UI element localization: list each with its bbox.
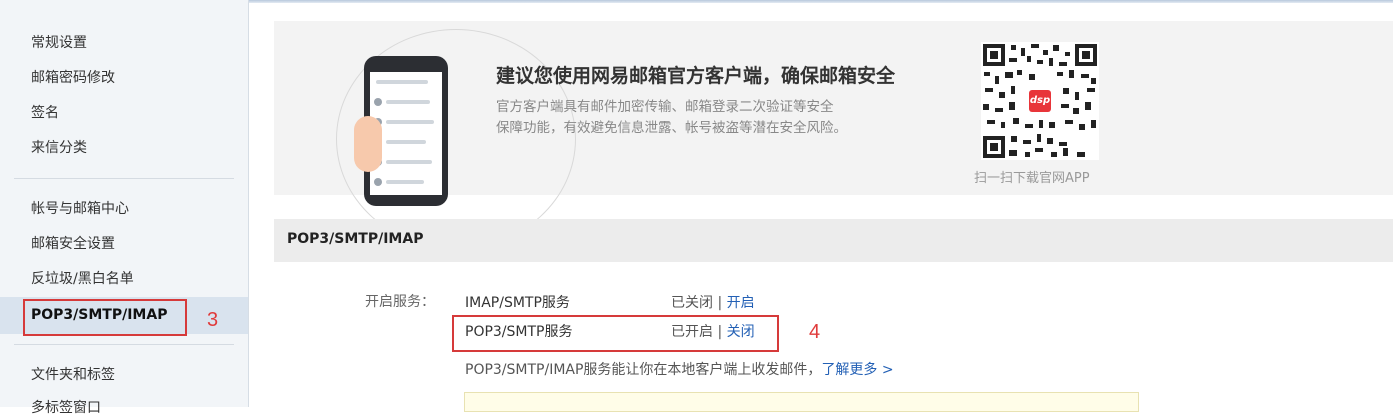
sidebar-divider [14, 178, 234, 179]
qr-code: dsp [981, 42, 1099, 160]
sidebar-item-password[interactable]: 邮箱密码修改 [31, 68, 115, 88]
sidebar-item-signature[interactable]: 签名 [31, 103, 59, 123]
client-app-banner: 建议您使用网易邮箱官方客户端，确保邮箱安全 官方客户端具有邮件加密传输、邮箱登录… [274, 21, 1393, 249]
imap-smtp-service-name: IMAP/SMTP服务 [465, 295, 570, 311]
sidebar-item-multi-tab[interactable]: 多标签窗口 [31, 398, 101, 418]
imap-smtp-enable-link[interactable]: 开启 [727, 295, 755, 311]
section-title: POP3/SMTP/IMAP [287, 231, 424, 247]
hint-text: POP3/SMTP/IMAP服务能让你在本地客户端上收发邮件， [465, 362, 822, 378]
sidebar-item-spam-lists[interactable]: 反垃圾/黑白名单 [31, 269, 134, 289]
separator: | [713, 295, 727, 311]
banner-title: 建议您使用网易邮箱官方客户端，确保邮箱安全 [496, 65, 896, 87]
banner-description: 官方客户端具有邮件加密传输、邮箱登录二次验证等安全 保障功能，有效避免信息泄露、… [496, 99, 847, 136]
info-notice-box [464, 392, 1139, 412]
service-label: 开启服务： [365, 294, 435, 310]
sidebar-item-security[interactable]: 邮箱安全设置 [31, 234, 115, 254]
imap-smtp-service-status: 已关闭 | 开启 [671, 292, 755, 312]
service-hint: POP3/SMTP/IMAP服务能让你在本地客户端上收发邮件，了解更多 > [465, 359, 894, 379]
annotation-box-4 [452, 315, 779, 352]
imap-smtp-state-text: 已关闭 [671, 295, 713, 311]
sidebar-item-account-center[interactable]: 帐号与邮箱中心 [31, 199, 129, 219]
hand-illustration [354, 116, 382, 172]
settings-sidebar: 常规设置 邮箱密码修改 签名 来信分类 帐号与邮箱中心 邮箱安全设置 反垃圾/黑… [0, 0, 249, 416]
sidebar-item-general[interactable]: 常规设置 [31, 33, 87, 53]
sidebar-item-mail-filter[interactable]: 来信分类 [31, 138, 87, 158]
sidebar-item-folders-tags[interactable]: 文件夹和标签 [31, 365, 115, 385]
annotation-number-3: 3 [207, 309, 219, 331]
learn-more-link[interactable]: 了解更多 > [821, 362, 893, 378]
section-header: POP3/SMTP/IMAP [274, 219, 1393, 262]
annotation-number-4: 4 [809, 321, 821, 343]
sidebar-divider [14, 344, 234, 345]
annotation-box-3 [23, 299, 187, 336]
qr-caption: 扫一扫下载官网APP [974, 171, 1090, 186]
qr-app-logo: dsp [1029, 90, 1051, 112]
